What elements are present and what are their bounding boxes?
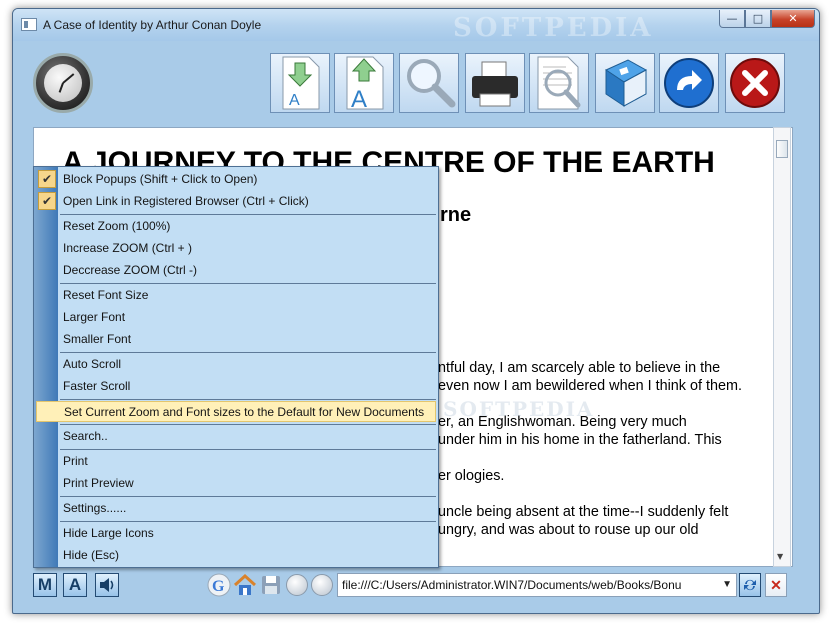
google-icon: G	[207, 573, 231, 597]
menu-separator	[60, 496, 436, 497]
menu-item-larger-font[interactable]: Larger Font	[36, 307, 436, 328]
floppy-disk-icon	[262, 576, 280, 594]
svg-text:G: G	[212, 578, 225, 595]
forward-nav-button[interactable]	[311, 574, 333, 596]
clock-icon[interactable]	[33, 53, 93, 113]
menu-separator	[60, 521, 436, 522]
scrollbar-thumb[interactable]	[776, 140, 788, 158]
menu-separator	[60, 352, 436, 353]
svg-text:A: A	[289, 92, 300, 109]
title-bar[interactable]: A Case of Identity by Arthur Conan Doyle…	[13, 9, 819, 43]
minimize-icon: —	[726, 12, 738, 25]
menu-item-hide[interactable]: Hide (Esc)	[36, 545, 436, 566]
softpedia-watermark: SOFTPEDIA	[443, 397, 595, 421]
menu-item-reset-zoom[interactable]: Reset Zoom (100%)	[36, 216, 436, 237]
book-icon	[604, 59, 648, 107]
menu-item-faster-scroll[interactable]: Faster Scroll	[36, 376, 436, 397]
close-icon	[730, 58, 780, 108]
menu-item-smaller-font[interactable]: Smaller Font	[36, 329, 436, 350]
softpedia-watermark: SOFTPEDIA	[453, 13, 654, 43]
menu-item-hide-large-icons[interactable]: Hide Large Icons	[36, 523, 436, 544]
close-window-button[interactable]: ✕	[771, 10, 815, 28]
forward-button[interactable]	[659, 53, 719, 113]
print-button[interactable]	[465, 53, 525, 113]
google-button[interactable]: G	[207, 573, 231, 597]
font-increase-icon: A	[346, 56, 384, 111]
book-button[interactable]	[595, 53, 655, 113]
home-button[interactable]	[233, 573, 257, 597]
address-field[interactable]: file:///C:/Users/Administrator.WIN7/Docu…	[337, 573, 737, 597]
scroll-down-icon[interactable]: ▼	[777, 552, 783, 561]
print-preview-button[interactable]	[529, 53, 589, 113]
speaker-icon	[100, 578, 114, 592]
toolbar: A A	[13, 41, 819, 125]
menu-item-set-default-zoom[interactable]: Set Current Zoom and Font sizes to the D…	[36, 401, 436, 422]
menu-item-auto-scroll[interactable]: Auto Scroll	[36, 354, 436, 375]
vertical-scrollbar[interactable]: ▼	[773, 127, 791, 567]
save-button[interactable]	[259, 573, 283, 597]
menu-separator	[60, 283, 436, 284]
menu-item-decrease-zoom[interactable]: Deccrease ZOOM (Ctrl -)	[36, 260, 436, 281]
maximize-button[interactable]: □	[745, 10, 771, 28]
checkmark-icon: ✔	[38, 192, 56, 210]
document-subheading: rne	[440, 204, 472, 226]
forward-icon	[664, 58, 714, 108]
font-decrease-icon: A	[282, 56, 320, 110]
stop-button[interactable]: ✕	[765, 573, 787, 597]
window-title: A Case of Identity by Arthur Conan Doyle	[43, 18, 262, 32]
refresh-button[interactable]	[739, 573, 761, 597]
menu-separator	[60, 449, 436, 450]
chevron-down-icon[interactable]: ▼	[722, 574, 732, 596]
print-preview-icon	[537, 56, 581, 110]
magnifier-icon	[407, 59, 456, 108]
maximize-icon: □	[752, 12, 764, 25]
close-icon: ✕	[788, 12, 798, 25]
document-line: er ologies.	[438, 468, 505, 484]
menu-item-print[interactable]: Print	[36, 451, 436, 472]
app-window: A Case of Identity by Arthur Conan Doyle…	[12, 8, 820, 614]
menu-m-button[interactable]: M	[33, 573, 57, 597]
font-a-button[interactable]: A	[63, 573, 87, 597]
document-line: under him in his home in the fatherland.…	[438, 432, 722, 448]
document-line: uncle being absent at the time--I sudden…	[438, 504, 729, 520]
menu-item-label: Block Popups (Shift + Click to Open)	[63, 172, 258, 186]
search-button[interactable]	[399, 53, 459, 113]
menu-separator	[60, 399, 436, 400]
menu-item-settings[interactable]: Settings......	[36, 498, 436, 519]
menu-separator	[60, 214, 436, 215]
font-decrease-button[interactable]: A	[270, 53, 330, 113]
document-line: even now I am bewildered when I think of…	[438, 378, 742, 394]
exit-button[interactable]	[725, 53, 785, 113]
document-line: ntful day, I am scarcely able to believe…	[438, 360, 721, 376]
checkmark-icon: ✔	[38, 170, 56, 188]
svg-text:A: A	[351, 86, 367, 111]
menu-item-print-preview[interactable]: Print Preview	[36, 473, 436, 494]
refresh-icon	[744, 579, 756, 591]
address-text: file:///C:/Users/Administrator.WIN7/Docu…	[342, 578, 682, 592]
minimize-button[interactable]: —	[719, 10, 745, 28]
context-menu: ✔ Block Popups (Shift + Click to Open) ✔…	[33, 166, 439, 568]
menu-item-block-popups[interactable]: ✔ Block Popups (Shift + Click to Open)	[36, 169, 436, 190]
close-icon: ✕	[770, 576, 782, 593]
font-increase-button[interactable]: A	[334, 53, 394, 113]
menu-item-search[interactable]: Search..	[36, 426, 436, 447]
menu-item-increase-zoom[interactable]: Increase ZOOM (Ctrl + )	[36, 238, 436, 259]
menu-item-reset-font[interactable]: Reset Font Size	[36, 285, 436, 306]
home-icon	[233, 573, 257, 595]
menu-item-open-link[interactable]: ✔ Open Link in Registered Browser (Ctrl …	[36, 191, 436, 212]
printer-icon	[472, 61, 518, 107]
app-icon	[21, 18, 37, 31]
document-line: ungry, and was about to rouse up our old	[438, 522, 699, 538]
menu-item-label: Open Link in Registered Browser (Ctrl + …	[63, 194, 309, 208]
back-button[interactable]	[286, 574, 308, 596]
speaker-button[interactable]	[95, 573, 119, 597]
menu-separator	[60, 424, 436, 425]
status-bar: M A G file:///C:/Users/Administrator.WIN…	[13, 569, 819, 613]
